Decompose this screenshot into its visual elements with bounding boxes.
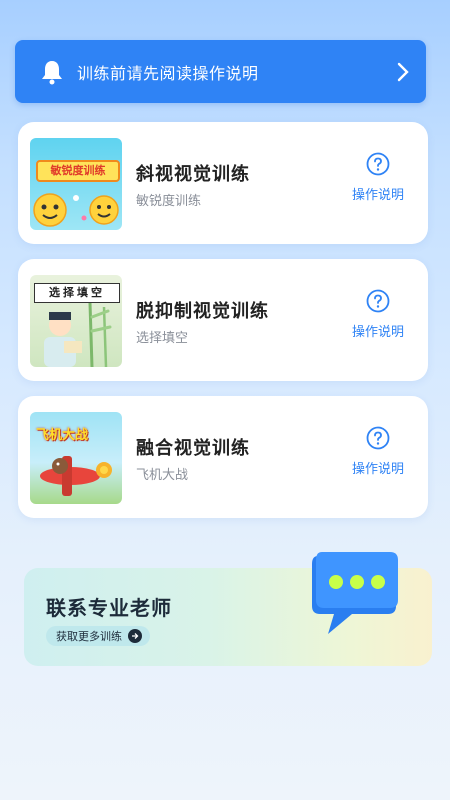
get-more-training-label: 获取更多训练 <box>56 630 122 643</box>
thumbnail-plane-battle: 飞机大战 <box>30 412 122 504</box>
question-icon <box>366 152 390 176</box>
operation-guide-button[interactable]: 操作说明 <box>348 426 408 477</box>
card-subtitle: 选择填空 <box>136 331 189 346</box>
question-icon <box>366 289 390 313</box>
contact-title: 联系专业老师 <box>46 596 172 620</box>
operation-guide-label: 操作说明 <box>351 325 404 340</box>
training-card-strabismus[interactable]: 敏锐度训练 斜视视觉训练 敏锐度训练 操作说明 <box>18 122 428 244</box>
notice-text: 训练前请先阅读操作说明 <box>77 63 259 83</box>
thumbnail-caption: 选择填空 <box>34 283 120 303</box>
training-card-anti-suppression[interactable]: 选择填空 脱抑制视觉训练 选择填空 操作说明 <box>18 259 428 381</box>
thumbnail-sensitivity-training: 敏锐度训练 <box>30 138 122 230</box>
thumbnail-caption: 敏锐度训练 <box>36 160 120 182</box>
card-subtitle: 敏锐度训练 <box>136 194 202 209</box>
chevron-right-icon <box>397 62 409 81</box>
thumbnail-caption: 飞机大战 <box>36 428 89 443</box>
card-title: 斜视视觉训练 <box>136 164 250 185</box>
instruction-notice-banner[interactable]: 训练前请先阅读操作说明 <box>15 40 426 103</box>
get-more-training-button[interactable]: 获取更多训练 <box>46 626 150 646</box>
training-card-fusion[interactable]: 飞机大战 融合视觉训练 飞机大战 操作说明 <box>18 396 428 518</box>
card-subtitle: 飞机大战 <box>136 468 189 483</box>
operation-guide-label: 操作说明 <box>351 188 404 203</box>
card-title: 脱抑制视觉训练 <box>136 301 269 322</box>
operation-guide-button[interactable]: 操作说明 <box>348 152 408 203</box>
operation-guide-button[interactable]: 操作说明 <box>348 289 408 340</box>
thumbnail-fill-blank: 选择填空 <box>30 275 122 367</box>
question-icon <box>366 426 390 450</box>
chat-bubble-icon <box>312 552 398 634</box>
bell-icon <box>42 60 62 84</box>
operation-guide-label: 操作说明 <box>351 462 404 477</box>
card-title: 融合视觉训练 <box>136 438 250 459</box>
arrow-right-icon <box>128 629 142 643</box>
